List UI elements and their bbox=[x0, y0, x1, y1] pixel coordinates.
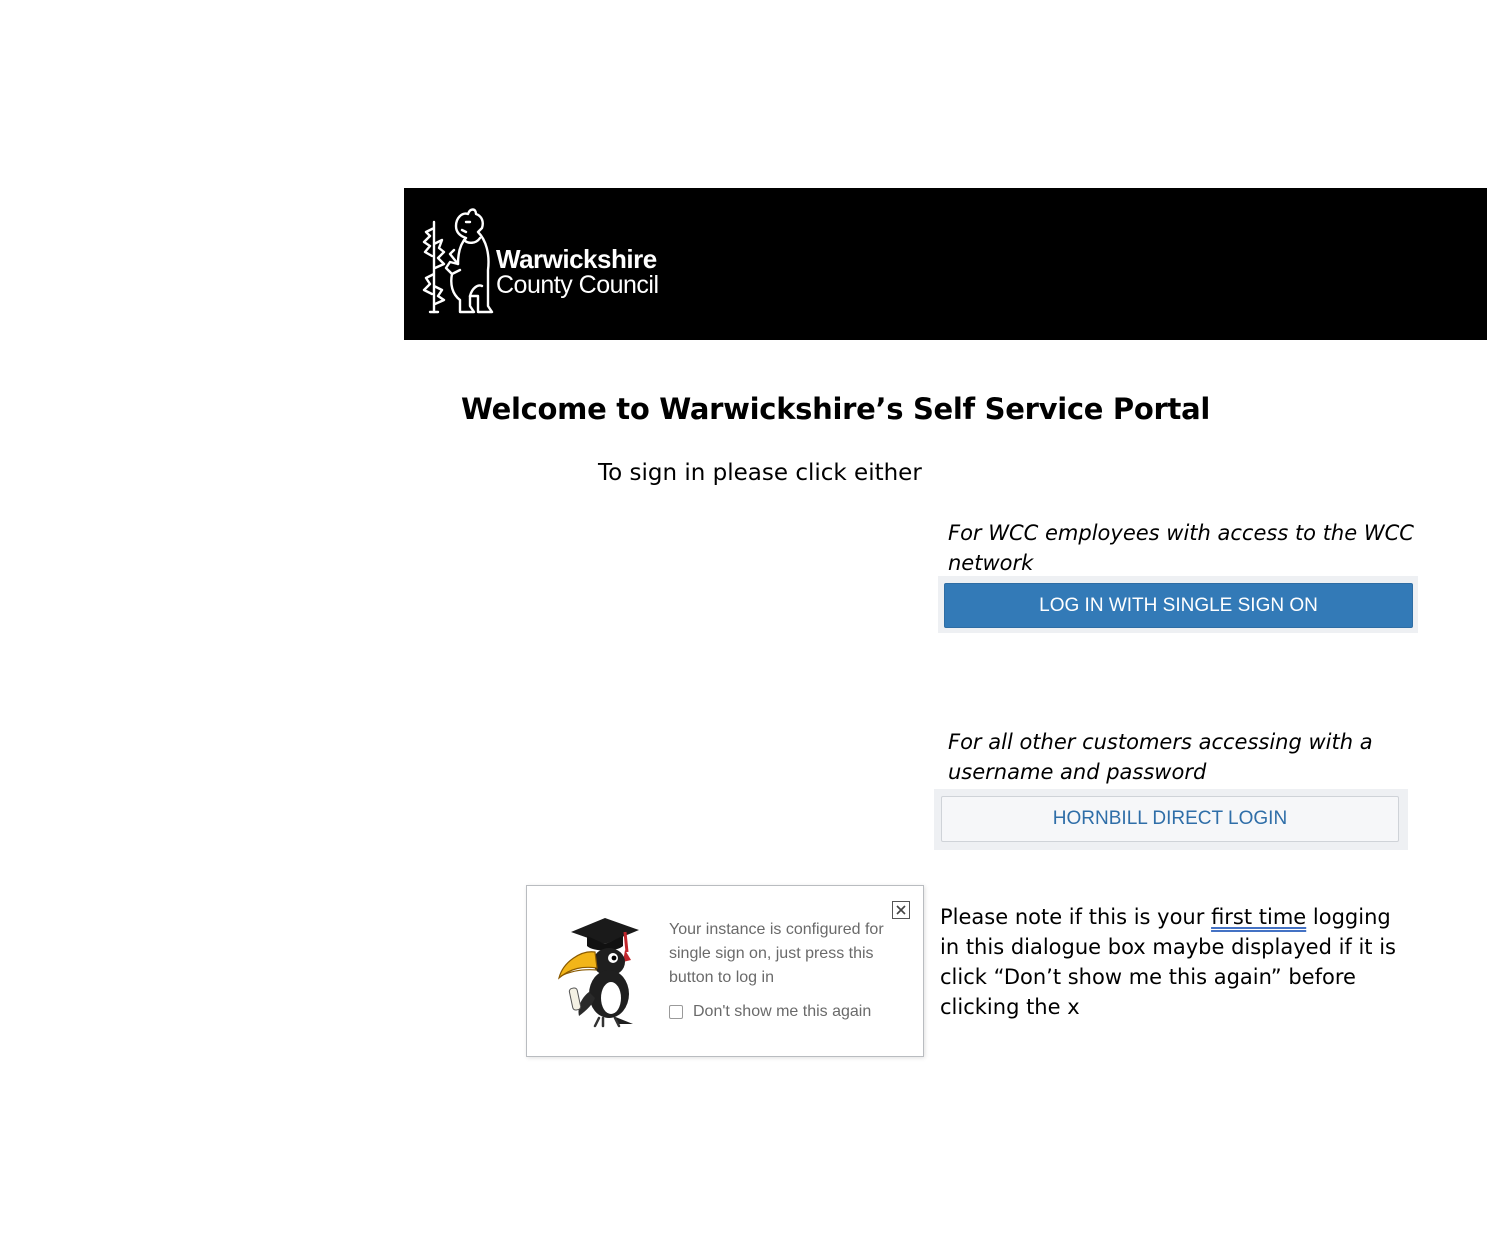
logo-title: Warwickshire bbox=[496, 244, 657, 274]
direct-login-caption: For all other customers accessing with a… bbox=[948, 730, 1373, 784]
close-x-glyph bbox=[896, 905, 906, 915]
logo-subtitle: County Council bbox=[496, 271, 659, 299]
dont-show-again-row: Don't show me this again bbox=[669, 1003, 871, 1021]
sso-caption: For WCC employees with access to the WCC… bbox=[948, 521, 1414, 575]
dont-show-again-checkbox[interactable] bbox=[669, 1005, 683, 1019]
dialog-message: Your instance is configured for single s… bbox=[669, 921, 884, 986]
close-x-icon[interactable] bbox=[892, 901, 910, 919]
dont-show-again-label: Don't show me this again bbox=[693, 1003, 872, 1020]
logo-text: Warwickshire County Council bbox=[496, 246, 659, 298]
single-sign-on-button-label: LOG IN WITH SINGLE SIGN ON bbox=[1039, 594, 1318, 616]
sign-in-instruction: To sign in please click either bbox=[598, 460, 922, 486]
header-banner: Warwickshire County Council bbox=[404, 188, 1487, 340]
hornbill-direct-login-button[interactable]: HORNBILL DIRECT LOGIN bbox=[941, 796, 1399, 842]
council-logo[interactable]: Warwickshire County Council bbox=[420, 204, 659, 318]
note-text-part1: Please note if this is your bbox=[940, 905, 1212, 929]
first-time-note: Please note if this is your first time l… bbox=[940, 902, 1400, 1022]
hornbill-graduate-mascot-icon bbox=[557, 918, 646, 1028]
sso-dialog: Your instance is configured for single s… bbox=[526, 885, 924, 1057]
hornbill-direct-login-button-label: HORNBILL DIRECT LOGIN bbox=[1052, 808, 1288, 829]
page-title: Welcome to Warwickshire’s Self Service P… bbox=[461, 392, 1210, 426]
single-sign-on-button[interactable]: LOG IN WITH SINGLE SIGN ON bbox=[944, 583, 1413, 628]
note-emphasis: first time bbox=[1211, 905, 1307, 929]
bear-and-ragged-staff-crest-icon bbox=[422, 208, 494, 314]
